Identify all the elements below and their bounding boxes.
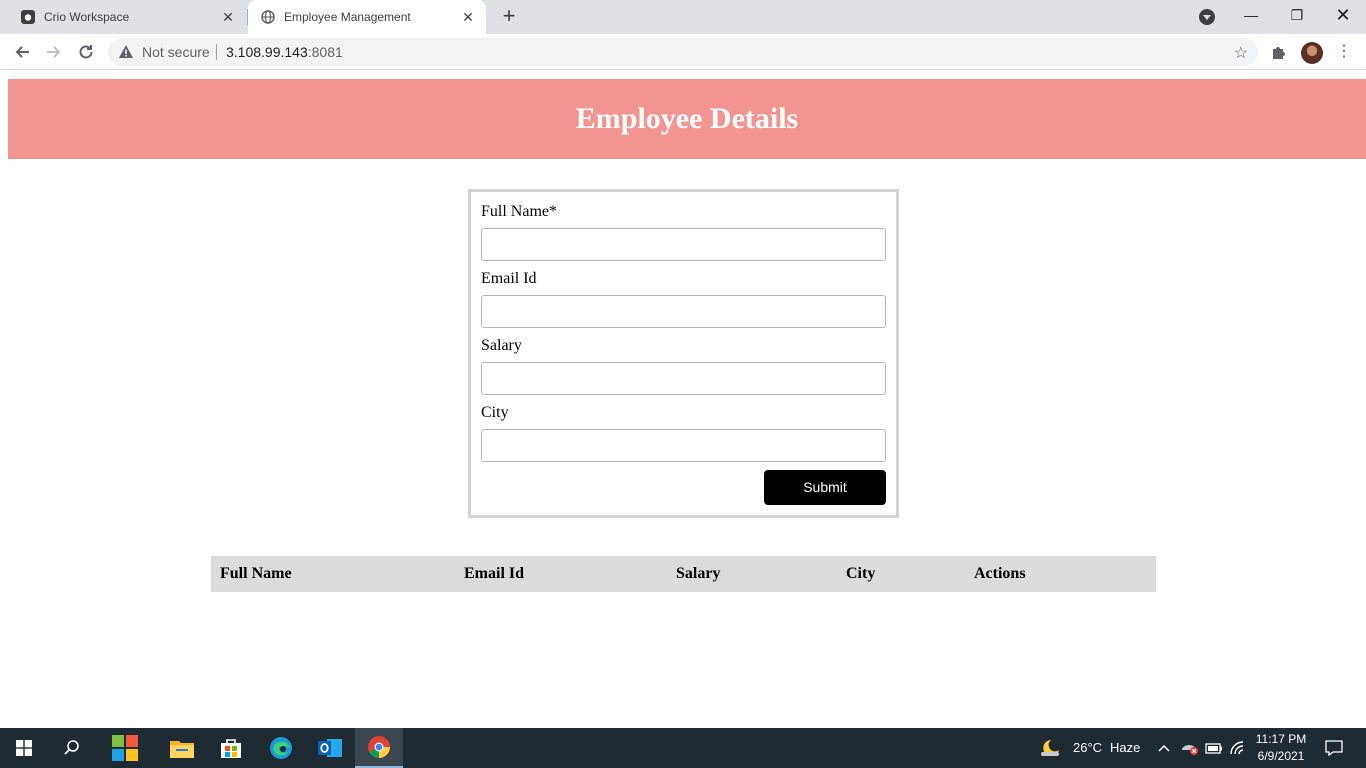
browser-toolbar: Not secure 3.108.99.143:8081 ☆ ⋮ [0, 34, 1366, 70]
url-text[interactable]: 3.108.99.143:8081 [226, 44, 343, 60]
page-title: Employee Details [575, 102, 799, 135]
windows-taskbar: 26°C Haze 11:17 PM 6/9/2021 [0, 728, 1366, 768]
crio-favicon-icon [20, 9, 36, 25]
email-input[interactable] [481, 295, 886, 328]
weather-moon-icon[interactable] [1030, 728, 1070, 768]
notifications-icon[interactable] [1318, 728, 1350, 768]
city-input[interactable] [481, 429, 886, 462]
star-icon[interactable]: ☆ [1234, 43, 1248, 63]
forward-arrow-icon[interactable] [42, 40, 66, 64]
salary-input[interactable] [481, 362, 886, 395]
browser-tab-strip: Crio Workspace ✕ Employee Management ✕ +… [0, 0, 1366, 34]
tab-crio-workspace[interactable]: Crio Workspace ✕ [8, 0, 246, 34]
clock-time: 11:17 PM [1255, 732, 1307, 746]
tab-employee-management[interactable]: Employee Management ✕ [248, 0, 486, 34]
employee-table-header: Full Name Email Id Salary City Actions [211, 556, 1156, 592]
close-tab-icon[interactable]: ✕ [460, 9, 476, 25]
city-label: City [481, 404, 509, 421]
column-header-email: Email Id [464, 565, 525, 582]
system-clock[interactable]: 11:17 PM 6/9/2021 [1246, 731, 1316, 765]
column-header-full-name: Full Name [220, 565, 292, 582]
search-icon[interactable] [48, 728, 96, 768]
url-host: 3.108.99.143 [226, 44, 308, 60]
address-separator [216, 44, 217, 60]
tiles-app-icon[interactable] [101, 728, 149, 768]
security-status-text[interactable]: Not secure [142, 44, 210, 60]
reload-icon[interactable] [74, 40, 98, 64]
submit-button[interactable]: Submit [764, 470, 886, 505]
outlook-icon[interactable] [306, 728, 354, 768]
tab-search-dropdown-icon[interactable] [1199, 9, 1215, 25]
new-tab-button[interactable]: + [498, 5, 520, 27]
file-explorer-icon[interactable] [158, 728, 206, 768]
column-header-city: City [846, 565, 876, 582]
close-window-button[interactable]: ✕ [1320, 0, 1366, 30]
restore-window-button[interactable]: ❐ [1274, 0, 1320, 30]
extensions-icon[interactable] [1270, 43, 1288, 61]
minimize-window-button[interactable]: — [1228, 0, 1274, 30]
chevron-up-icon[interactable] [1152, 728, 1176, 768]
clock-date: 6/9/2021 [1257, 749, 1305, 763]
globe-icon [260, 9, 276, 25]
edge-browser-icon[interactable] [257, 728, 305, 768]
weather-temperature[interactable]: 26°C [1073, 740, 1102, 755]
column-header-actions: Actions [974, 565, 1026, 582]
start-windows-icon[interactable] [0, 728, 48, 768]
tab-title: Employee Management [284, 10, 411, 24]
full-name-input[interactable] [481, 228, 886, 261]
url-port: :8081 [307, 44, 343, 60]
chrome-taskbar-icon[interactable] [355, 728, 403, 768]
battery-icon[interactable] [1202, 728, 1226, 768]
profile-avatar[interactable] [1301, 42, 1323, 64]
back-arrow-icon[interactable] [10, 40, 34, 64]
warning-icon[interactable] [118, 44, 134, 60]
address-bar[interactable]: Not secure 3.108.99.143:8081 ☆ [108, 38, 1258, 66]
salary-label: Salary [481, 337, 522, 354]
tab-title: Crio Workspace [44, 10, 130, 24]
full-name-label: Full Name* [481, 203, 557, 220]
email-label: Email Id [481, 270, 537, 287]
column-header-salary: Salary [676, 565, 721, 582]
page-header: Employee Details [8, 79, 1366, 159]
employee-form: Full Name* Email Id Salary City Submit [468, 189, 899, 518]
store-icon[interactable] [207, 728, 255, 768]
kebab-menu-icon[interactable]: ⋮ [1336, 41, 1352, 63]
close-tab-icon[interactable]: ✕ [220, 9, 236, 25]
network-error-icon[interactable] [1178, 728, 1202, 768]
weather-condition[interactable]: Haze [1110, 740, 1140, 755]
